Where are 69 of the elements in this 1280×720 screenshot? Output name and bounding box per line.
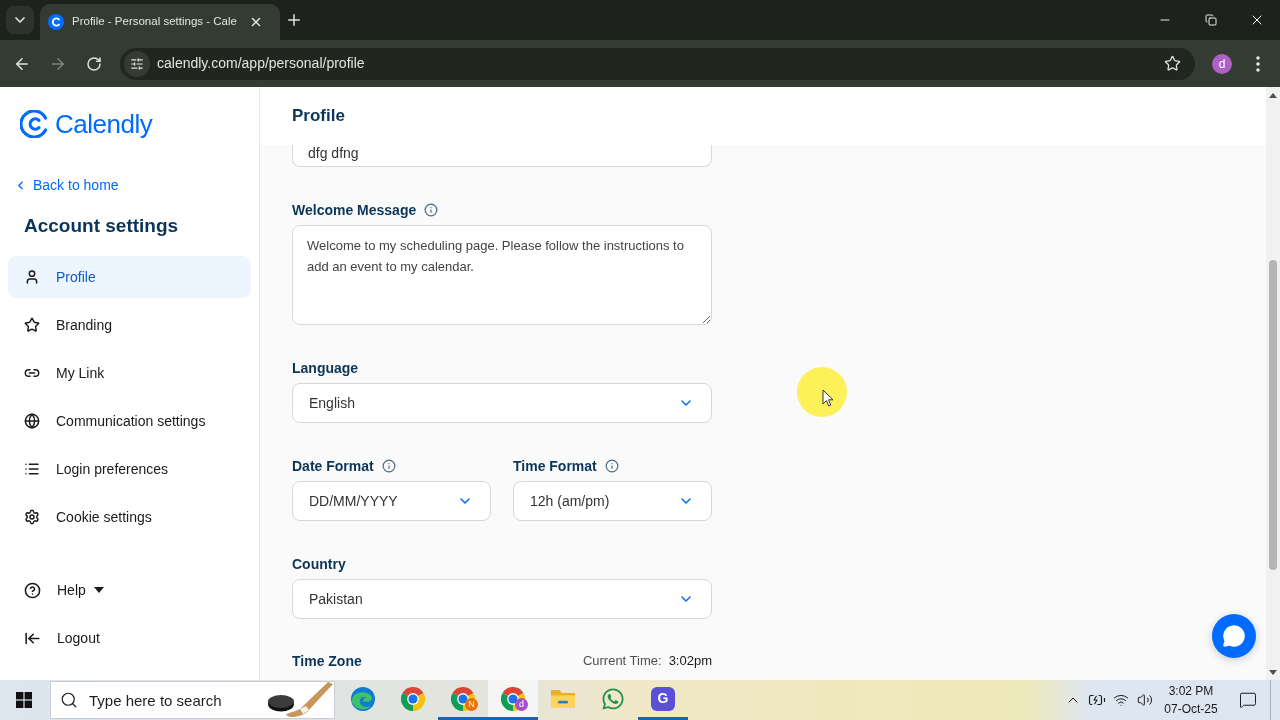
taskbar-app-button[interactable]: d	[488, 680, 538, 720]
field-label: Country	[292, 554, 346, 574]
sidebar-item[interactable]: Profile	[8, 256, 251, 298]
profile-avatar[interactable]: d	[1212, 53, 1232, 74]
sliders-icon	[130, 56, 144, 71]
windows-icon	[16, 692, 32, 708]
gear-icon	[24, 509, 40, 525]
edge-icon	[351, 686, 375, 711]
scrollbar-thumb[interactable]	[1269, 260, 1277, 570]
country-select[interactable]: Pakistan	[292, 579, 712, 619]
clock-date[interactable]: 07-Oct-25	[1164, 700, 1218, 718]
address-bar[interactable]: calendly.com/app/personal/profile	[120, 47, 1195, 80]
restore-icon	[1205, 14, 1217, 26]
search-icon	[60, 691, 78, 709]
sidebar-item[interactable]: Login preferences	[8, 448, 251, 490]
name-field[interactable]: dfg dfng	[292, 145, 712, 167]
clock-time[interactable]: 3:02 PM	[1168, 682, 1214, 700]
plus-icon	[285, 11, 303, 29]
language-select[interactable]: English	[292, 383, 712, 423]
app-letter-tile: G	[651, 686, 675, 711]
url-text: calendly.com/app/personal/profile	[157, 54, 366, 73]
date-format-select[interactable]: DD/MM/YYYY	[292, 481, 491, 521]
logo-wordmark: Calendly	[55, 108, 153, 140]
close-icon	[249, 15, 263, 29]
current-time-label: Current Time:	[582, 652, 662, 671]
menu-icon	[1256, 55, 1260, 72]
sidebar-item[interactable]: Logout	[8, 617, 251, 659]
cursor-highlight-icon	[797, 367, 847, 417]
section-heading: Account settings	[24, 214, 179, 238]
back-link[interactable]: Back to home	[14, 175, 119, 195]
star-icon	[24, 317, 40, 333]
welcome-message-textarea[interactable]: Welcome to my scheduling page. Please follow the instructions to add an event to my calendar.	[292, 225, 712, 325]
page-title: Profile	[292, 105, 345, 128]
star-icon	[1163, 55, 1181, 72]
scroll-down-icon[interactable]	[1269, 669, 1277, 675]
tab-search-button[interactable]	[6, 6, 34, 34]
volume-icon	[1137, 692, 1153, 708]
site-settings-button[interactable]	[124, 50, 150, 77]
sidebar-item[interactable]: Communication settings	[8, 400, 251, 442]
folder-icon	[551, 689, 575, 708]
sidebar-item[interactable]: Help	[8, 569, 251, 611]
field-label: Welcome Message	[292, 200, 417, 220]
sidebar-item[interactable]: Branding	[8, 304, 251, 346]
caret-icon	[93, 587, 104, 593]
wifi-icon	[1113, 692, 1129, 708]
reload-icon	[86, 55, 102, 72]
current-time-value: 3:02pm	[668, 652, 712, 671]
search-input[interactable]: Type here to search	[89, 688, 264, 712]
scroll-up-icon[interactable]	[1269, 92, 1277, 98]
sidebar-item[interactable]: Cookie settings	[8, 496, 251, 538]
person-icon	[24, 269, 40, 285]
favicon-icon	[48, 14, 64, 30]
list-icon	[24, 461, 40, 477]
globe-icon	[24, 413, 40, 429]
field-label: Date Format	[292, 456, 374, 476]
help-icon	[24, 581, 41, 599]
logo-mark-icon	[20, 110, 48, 138]
chat-icon	[1222, 624, 1246, 648]
field-label: Language	[292, 358, 359, 378]
taskbar-search-field[interactable]: Type here to search	[50, 681, 335, 719]
browser-tab[interactable]: Profile - Personal settings - Cale	[40, 4, 280, 40]
taskbar-app-button[interactable]: G	[638, 680, 688, 720]
whatsapp-icon	[601, 686, 625, 711]
time-format-select[interactable]: 12h (am/pm)	[513, 481, 712, 521]
field-label: Time Zone	[292, 651, 362, 671]
field-label: Time Format	[513, 456, 597, 476]
chrome-icon	[401, 686, 425, 711]
sidebar-item[interactable]: My Link	[8, 352, 251, 394]
notification-icon	[1238, 691, 1257, 709]
